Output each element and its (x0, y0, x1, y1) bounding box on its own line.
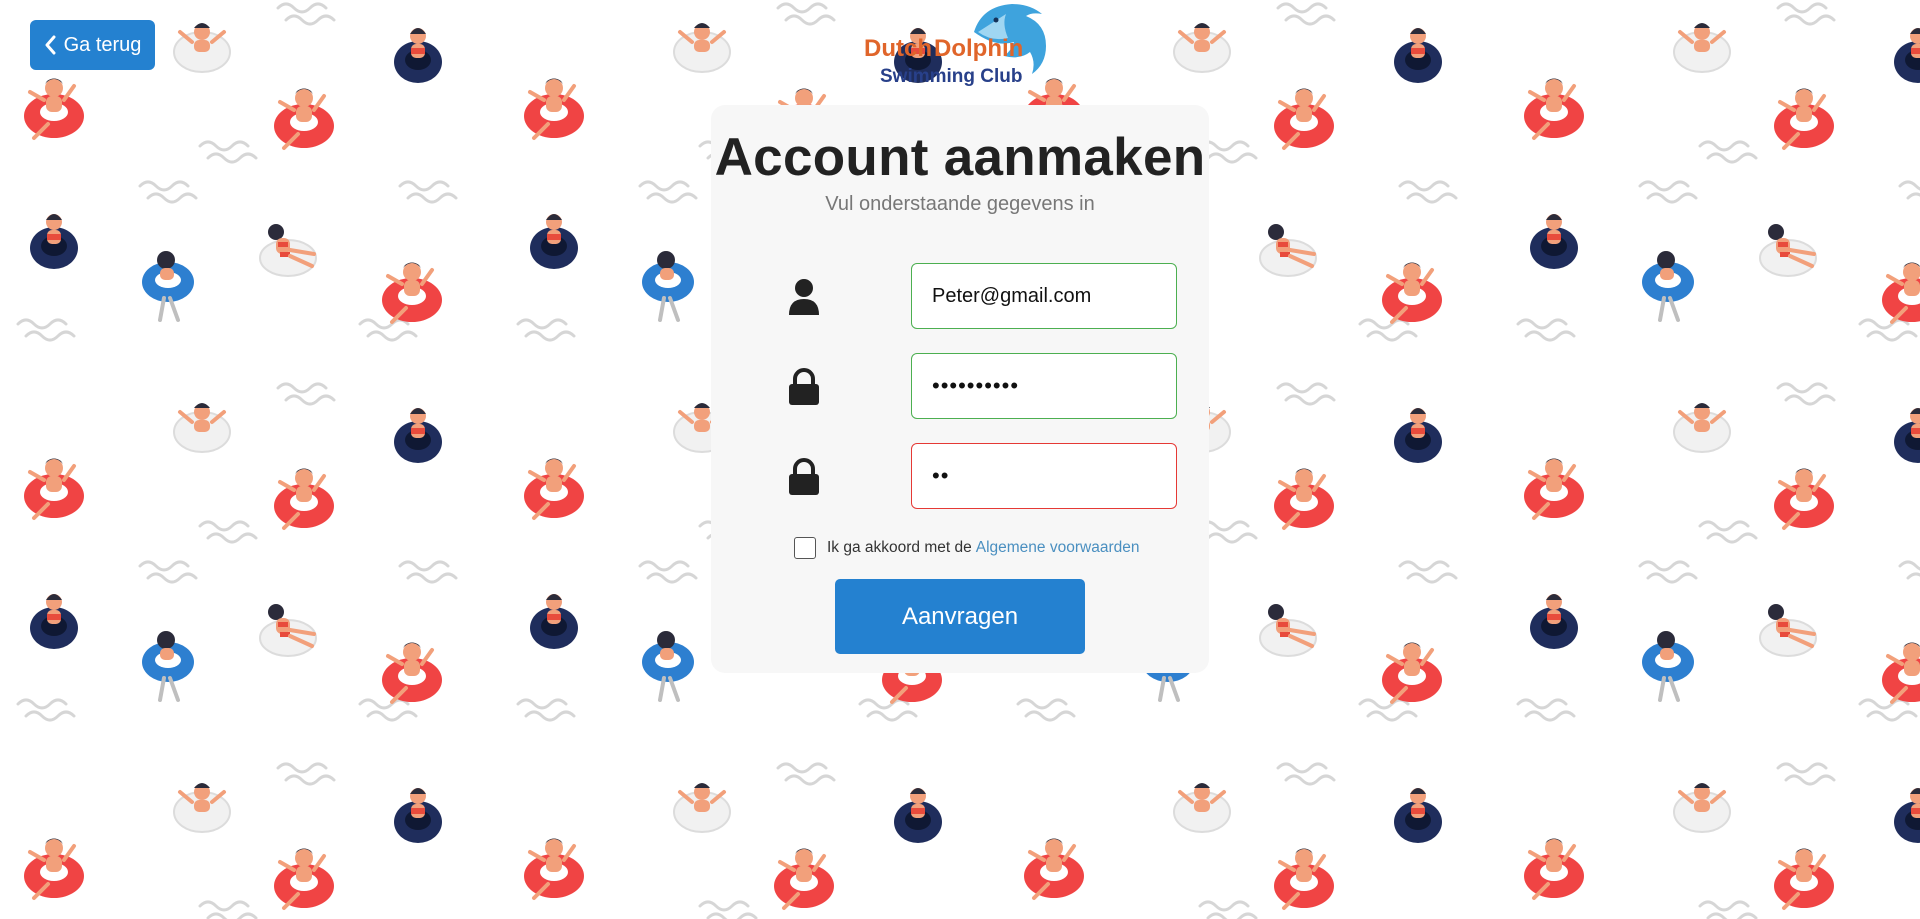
chevron-left-icon (45, 35, 56, 55)
password-field[interactable] (911, 353, 1177, 419)
logo-text-line2: Swimming Club (880, 66, 1023, 87)
club-logo: Dutch Dolphin Swimming Club (864, 4, 1046, 87)
back-button-label: Ga terug (63, 33, 142, 56)
email-row (787, 263, 1177, 329)
password-confirm-field[interactable] (911, 443, 1177, 509)
email-field[interactable] (911, 263, 1177, 329)
back-button[interactable]: Ga terug (30, 20, 155, 70)
user-icon (789, 279, 819, 315)
lock-icon (789, 458, 819, 495)
lock-icon (789, 368, 819, 405)
logo-text-line1-part1: Dutch (864, 35, 932, 62)
terms-link[interactable]: Algemene voorwaarden (976, 539, 1140, 557)
logo-text-line1-part2: Dolphin (934, 35, 1023, 62)
terms-checkbox[interactable] (794, 537, 816, 559)
terms-label: Ik ga akkoord met de (827, 539, 972, 556)
password-row (787, 353, 1177, 419)
terms-row: Ik ga akkoord met de Algemene voorwaarde… (794, 535, 1139, 561)
page-title: Account aanmaken (714, 128, 1206, 187)
page-subtitle: Vul onderstaande gegevens in (825, 193, 1095, 215)
submit-button[interactable]: Aanvragen (835, 579, 1085, 654)
password-confirm-row (787, 443, 1177, 509)
signup-card: Account aanmaken Vul onderstaande gegeve… (711, 105, 1209, 673)
